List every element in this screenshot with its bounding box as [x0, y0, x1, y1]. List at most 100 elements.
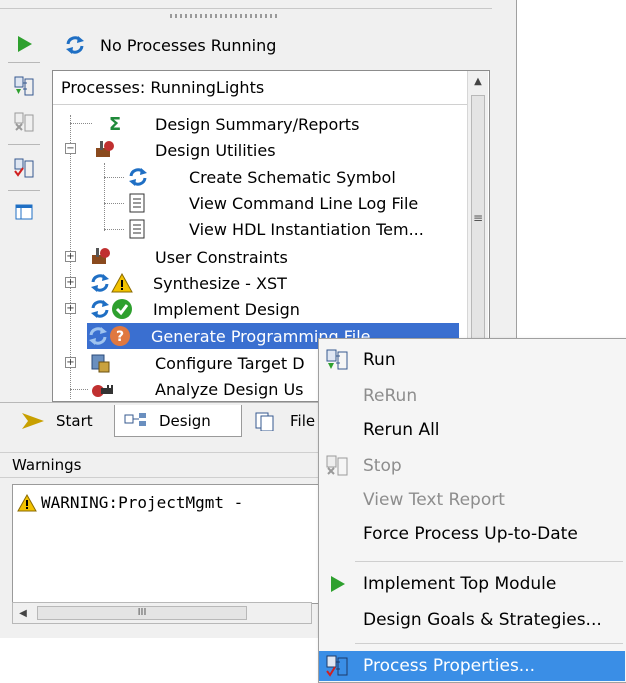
- menu-item-process-properties[interactable]: Process Properties...: [319, 651, 625, 681]
- menu-item-stop[interactable]: Stop: [319, 451, 625, 481]
- process-item-synthesize[interactable]: Synthesize - XST: [89, 270, 287, 296]
- panel-layout-toolbar-button[interactable]: [10, 200, 38, 224]
- tree-line: [70, 123, 92, 124]
- process-item-create-schematic-symbol[interactable]: Create Schematic Symbol: [127, 164, 396, 190]
- refresh-icon: [89, 327, 107, 345]
- process-item-implement-design[interactable]: Implement Design: [89, 296, 300, 322]
- warning-icon: [17, 493, 37, 511]
- process-item-view-command-line-log[interactable]: View Command Line Log File: [127, 190, 418, 216]
- process-properties-icon: [326, 655, 348, 677]
- menu-item-label: Run: [363, 350, 396, 370]
- play-arrow-icon: [18, 36, 32, 52]
- panel-top-border: [0, 8, 492, 9]
- process-item-label: Synthesize - XST: [153, 273, 287, 293]
- refresh-icon: [129, 168, 147, 186]
- run-process-icon: [326, 349, 348, 370]
- expand-toggle[interactable]: +: [65, 357, 76, 368]
- process-item-label: Design Summary/Reports: [155, 114, 360, 134]
- process-item-label: Create Schematic Symbol: [189, 167, 396, 187]
- document-icon: [129, 219, 145, 239]
- expand-toggle[interactable]: +: [65, 251, 76, 262]
- menu-item-rerun[interactable]: ReRun: [319, 381, 625, 411]
- toolbar-separator: [8, 62, 40, 63]
- process-item-label: Design Utilities: [155, 140, 276, 160]
- success-check-icon: [112, 299, 132, 319]
- menu-item-label: View Text Report: [363, 490, 505, 510]
- scroll-up-arrow-icon[interactable]: ▲: [468, 71, 488, 91]
- stop-process-icon: [14, 112, 34, 132]
- menu-item-label: Stop: [363, 456, 402, 476]
- scrollbar-thumb[interactable]: III: [37, 606, 247, 620]
- tools-icon: [92, 248, 110, 264]
- process-item-user-constraints[interactable]: User Constraints: [89, 244, 288, 270]
- process-toolbar: [0, 28, 48, 400]
- tree-line: [70, 389, 88, 390]
- refresh-icon: [91, 300, 109, 318]
- process-item-label: View HDL Instantiation Tem...: [189, 219, 424, 239]
- warnings-horizontal-scrollbar[interactable]: ◀ III: [12, 602, 312, 624]
- process-item-design-utilities[interactable]: Design Utilities: [93, 137, 276, 163]
- process-item-view-hdl-instantiation[interactable]: View HDL Instantiation Tem...: [127, 216, 424, 242]
- menu-item-label: Force Process Up-to-Date: [363, 524, 578, 544]
- panel-layout-icon: [15, 204, 33, 220]
- start-arrow-icon: [22, 413, 44, 429]
- menu-item-label: Process Properties...: [363, 656, 536, 676]
- run-process-icon: [14, 76, 34, 96]
- menu-item-label: ReRun: [363, 386, 418, 406]
- panel-drag-grip[interactable]: [170, 14, 280, 18]
- warning-line[interactable]: WARNING:ProjectMgmt -: [17, 493, 243, 512]
- process-item-label: Configure Target D: [155, 353, 305, 373]
- menu-item-label: Rerun All: [363, 420, 440, 440]
- tab-label: File: [290, 412, 316, 430]
- process-item-label: Implement Design: [153, 299, 300, 319]
- collapse-toggle[interactable]: −: [65, 143, 76, 154]
- document-icon: [129, 193, 145, 213]
- menu-separator: [355, 643, 623, 644]
- play-arrow-icon: [331, 576, 345, 592]
- scroll-left-arrow-icon[interactable]: ◀: [13, 603, 33, 623]
- menu-item-run[interactable]: Run: [319, 345, 625, 375]
- process-item-label: User Constraints: [155, 247, 288, 267]
- menu-item-force-up-to-date[interactable]: Force Process Up-to-Date: [319, 519, 625, 549]
- rerun-toolbar-button[interactable]: [10, 156, 38, 180]
- design-hierarchy-icon: [124, 412, 146, 426]
- tree-line: [104, 229, 124, 230]
- tab-label: Design: [159, 411, 211, 430]
- rerun-check-icon: [14, 158, 34, 178]
- menu-item-implement-top-module[interactable]: Implement Top Module: [319, 569, 625, 599]
- process-item-label: View Command Line Log File: [189, 193, 419, 213]
- status-text: No Processes Running: [100, 35, 277, 55]
- menu-item-rerun-all[interactable]: Rerun All: [319, 415, 625, 445]
- process-item-analyze-design[interactable]: Analyze Design Us: [89, 376, 304, 402]
- warning-icon: [111, 273, 133, 293]
- expand-toggle[interactable]: +: [65, 277, 76, 288]
- process-status-row: No Processes Running: [52, 28, 492, 62]
- unknown-status-icon: ?: [110, 326, 130, 346]
- menu-item-design-goals[interactable]: Design Goals & Strategies...: [319, 605, 625, 635]
- stop-toolbar-button[interactable]: [10, 110, 38, 134]
- tab-label: Start: [56, 412, 93, 430]
- tools-icon: [96, 141, 114, 157]
- tab-design[interactable]: Design: [114, 405, 242, 437]
- expand-toggle[interactable]: +: [65, 303, 76, 314]
- refresh-icon: [91, 274, 109, 292]
- stop-process-icon: [326, 455, 348, 476]
- menu-item-label: Design Goals & Strategies...: [363, 610, 602, 630]
- run-toolbar-button[interactable]: [10, 32, 38, 56]
- sigma-icon: Σ: [108, 113, 122, 135]
- tab-start[interactable]: Start: [10, 405, 110, 437]
- process-item-design-summary[interactable]: Σ Design Summary/Reports: [93, 111, 360, 137]
- tree-line: [104, 203, 124, 204]
- svg-text:?: ?: [116, 329, 124, 345]
- run-process-toolbar-button[interactable]: [10, 74, 38, 98]
- analyze-plug-icon: [92, 385, 113, 397]
- process-context-menu: Run ReRun Rerun All Stop View Text Repor…: [318, 338, 626, 683]
- warning-text: WARNING:ProjectMgmt -: [41, 493, 244, 512]
- tree-line: [104, 163, 105, 231]
- refresh-icon: [60, 35, 90, 55]
- tab-files[interactable]: File: [246, 405, 326, 437]
- toolbar-separator: [8, 144, 40, 145]
- processes-header: Processes: RunningLights: [53, 71, 473, 105]
- menu-item-view-text-report[interactable]: View Text Report: [319, 485, 625, 515]
- process-item-configure-target-device[interactable]: Configure Target D: [89, 350, 305, 376]
